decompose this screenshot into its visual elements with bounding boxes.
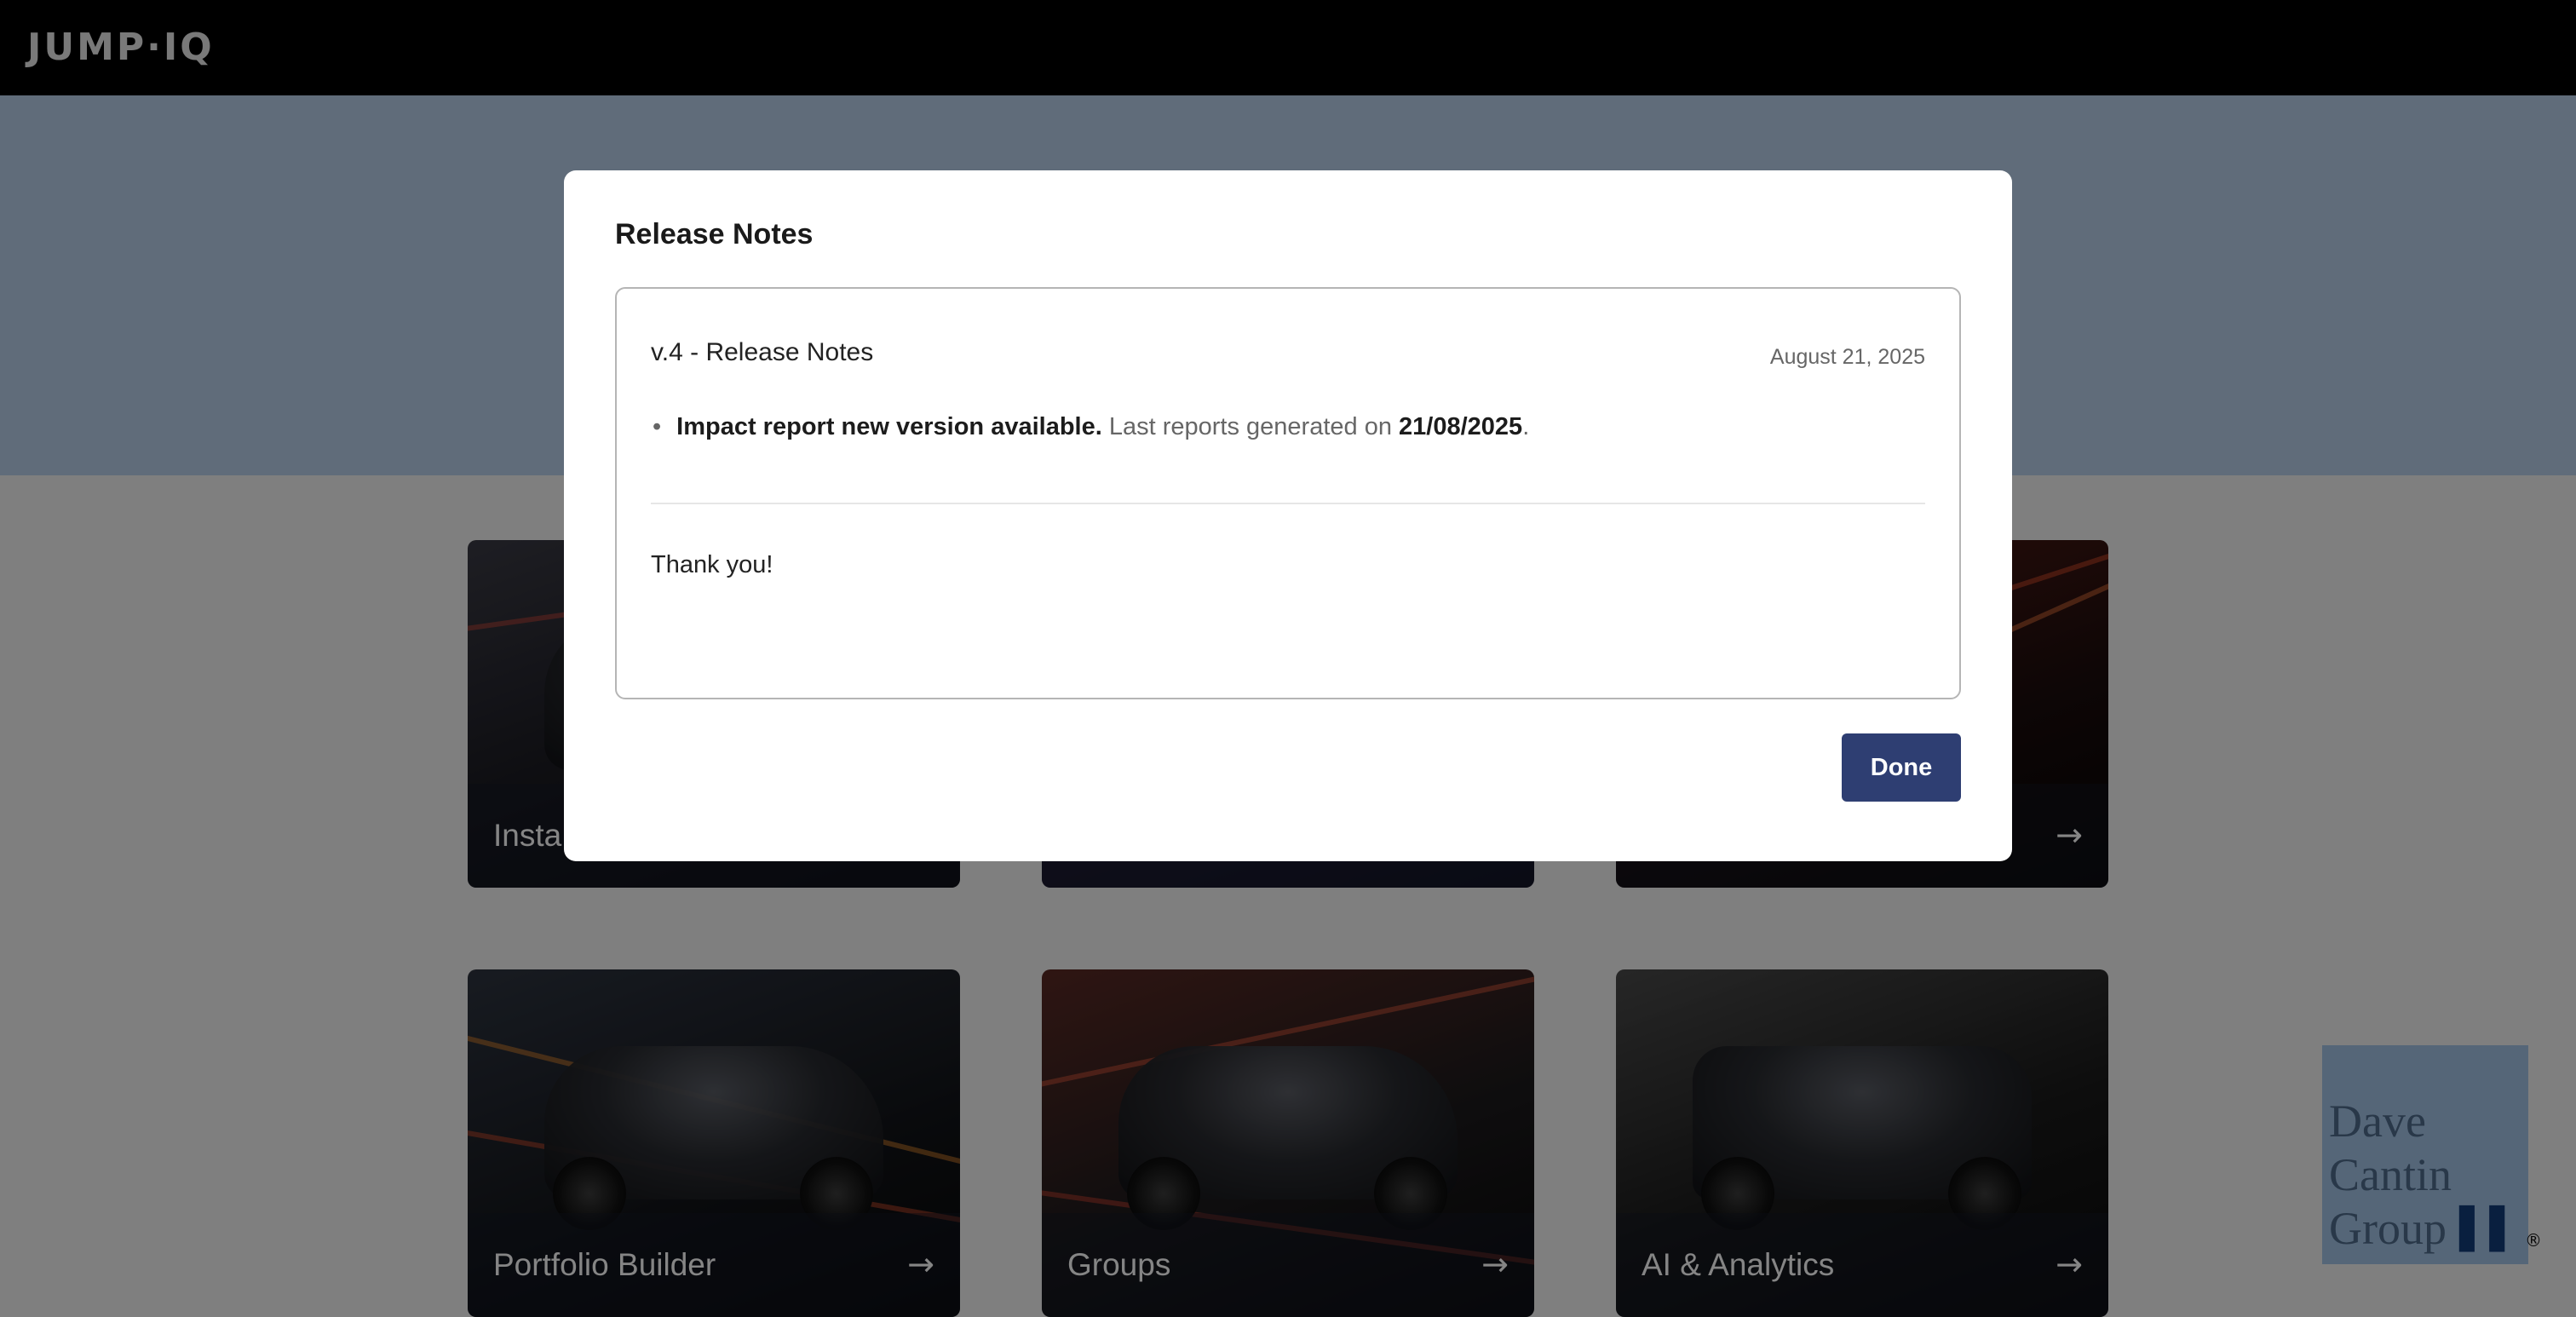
divider <box>651 503 1925 504</box>
note-text: Last reports generated on <box>1101 413 1400 440</box>
bullet-icon: • <box>653 413 662 440</box>
modal-title: Release Notes <box>615 218 814 250</box>
release-notes-panel: v.4 - Release Notes August 21, 2025 • Imp… <box>615 287 1961 699</box>
release-version-title: v.4 - Release Notes <box>651 338 874 366</box>
done-button[interactable]: Done <box>1842 733 1961 802</box>
thank-you-text: Thank you! <box>651 551 773 578</box>
release-notes-modal: Release Notes v.4 - Release Notes August… <box>564 170 2012 861</box>
release-note-item: • Impact report new version available. La… <box>653 413 1529 441</box>
note-date: 21/08/2025 <box>1399 413 1523 440</box>
note-end: . <box>1522 413 1530 440</box>
note-bold-text: Impact report new version available. <box>676 413 1102 440</box>
release-date: August 21, 2025 <box>1769 345 1925 369</box>
